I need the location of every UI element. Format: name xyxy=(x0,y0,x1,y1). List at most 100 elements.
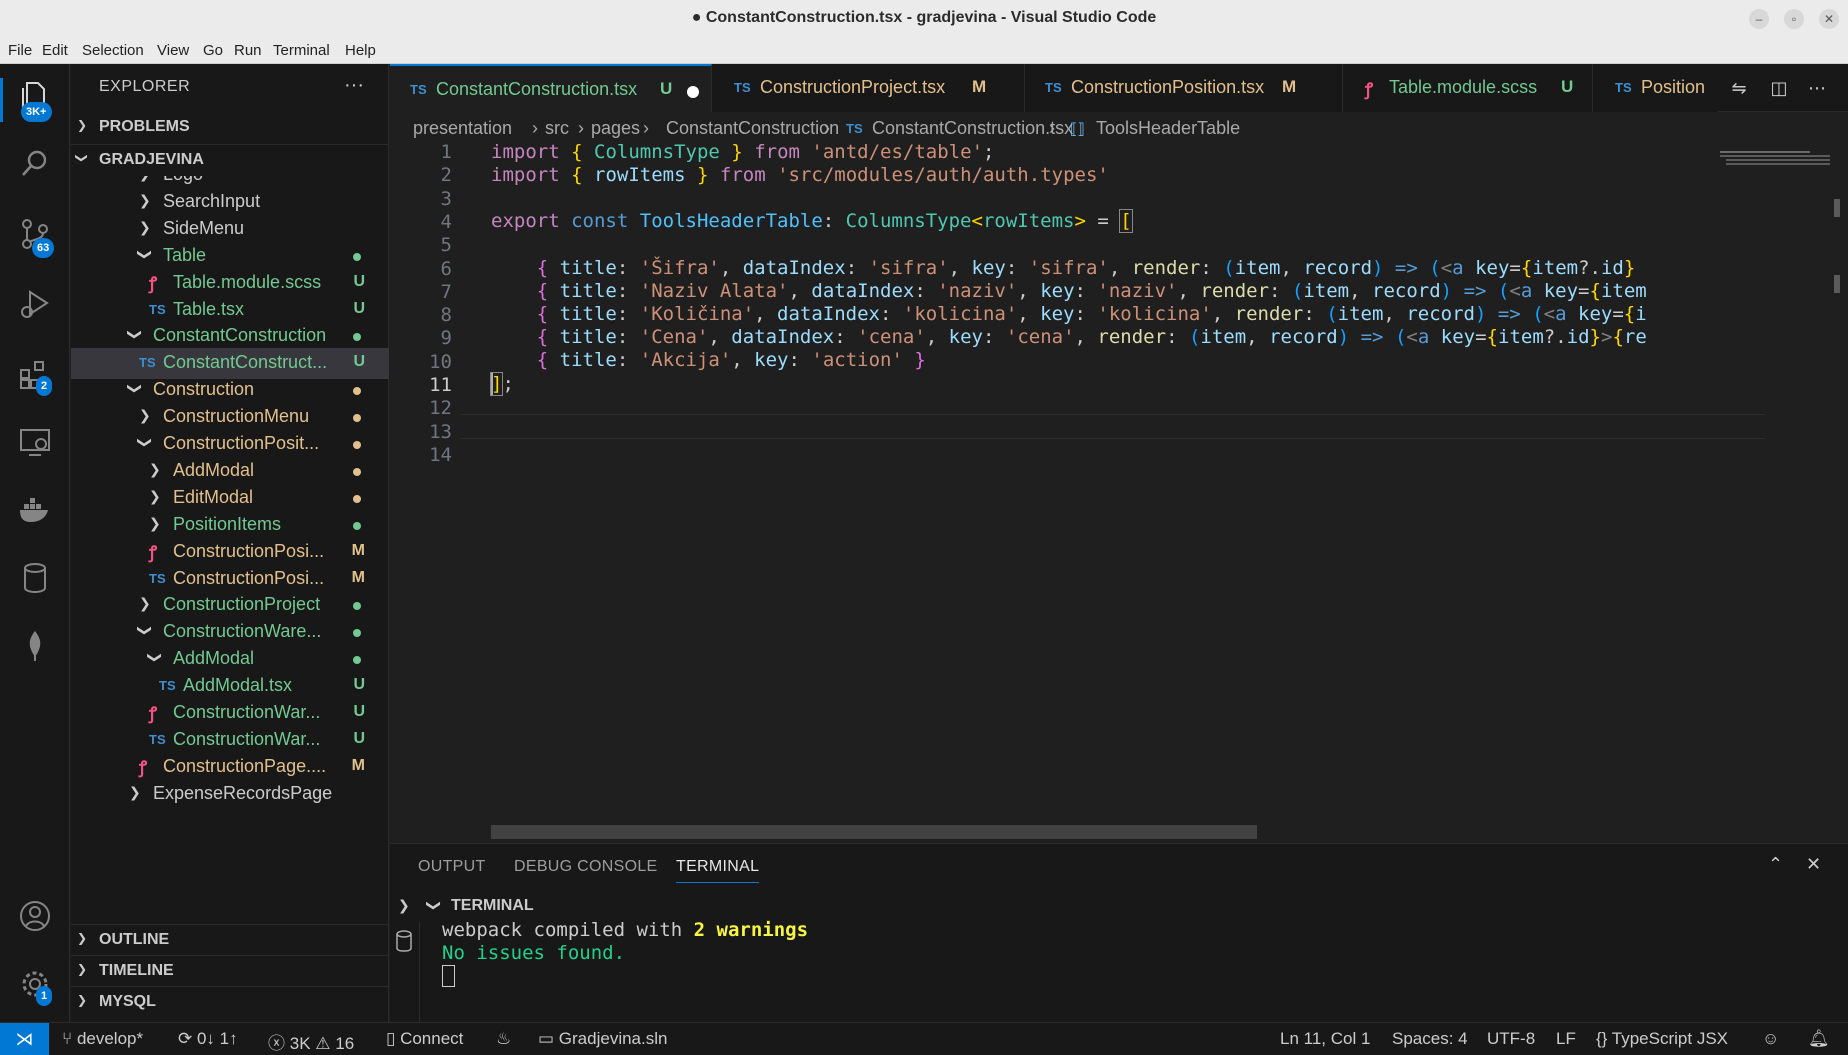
database-icon xyxy=(396,930,412,952)
menu-selection[interactable]: Selection xyxy=(82,42,144,59)
minimize-icon[interactable]: – xyxy=(1749,9,1769,29)
chevron-right-icon: ❯ xyxy=(77,962,88,976)
remote-indicator-icon[interactable]: ⋊ xyxy=(0,1023,49,1055)
flame-icon[interactable]: ♨ xyxy=(496,1029,511,1049)
chevron-right-icon: › xyxy=(578,118,584,138)
horizontal-scrollbar[interactable] xyxy=(491,825,1257,839)
typescript-file-icon: TS xyxy=(159,678,176,694)
tree-item-label: Table.module.scss xyxy=(173,271,322,292)
menu-file[interactable]: File xyxy=(8,42,32,59)
modified-dot-icon xyxy=(353,252,361,261)
breadcrumb-item[interactable]: ConstantConstruction.tsx xyxy=(872,118,1073,139)
outline-section[interactable]: ❯ OUTLINE xyxy=(71,924,389,954)
tree-item-label: SearchInput xyxy=(163,190,261,211)
encoding[interactable]: UTF-8 xyxy=(1487,1029,1535,1049)
tab-constructionproject[interactable]: TS ConstructionProject.tsx M xyxy=(712,64,1025,112)
breadcrumb-item[interactable]: pages xyxy=(591,118,640,139)
close-window-icon[interactable]: ✕ xyxy=(1819,9,1839,29)
explorer-badge: 3K+ xyxy=(21,102,52,122)
close-panel-icon[interactable]: ✕ xyxy=(1806,854,1821,875)
modified-dot-icon xyxy=(353,467,361,476)
solution-status[interactable]: ▭ Gradjevina.sln xyxy=(538,1029,667,1049)
minimap[interactable] xyxy=(1720,143,1840,173)
database-icon[interactable] xyxy=(17,560,53,596)
split-editor-icon[interactable]: ◫ xyxy=(1768,78,1790,100)
feedback-icon[interactable]: ☺ xyxy=(1762,1029,1779,1049)
tab-table-module-scss[interactable]: ꝭ Table.module.scss U xyxy=(1343,64,1593,112)
maximize-panel-icon[interactable]: ⌃ xyxy=(1768,854,1783,875)
chevron-down-icon[interactable]: ❯ xyxy=(425,900,442,912)
menu-terminal[interactable]: Terminal xyxy=(273,42,330,59)
scss-file-icon: ꝭ xyxy=(149,704,158,723)
tab-output[interactable]: OUTPUT xyxy=(418,858,486,876)
code-editor[interactable]: 1 2 3 4 5 6 7 8 9 10 11 12 13 14 import { ColumnsType… xyxy=(390,141,1848,843)
restore-icon[interactable]: ▫ xyxy=(1784,9,1804,29)
terminal-line: webpack compiled with 2 warnings xyxy=(442,919,809,941)
problems-status[interactable]: ⓧ 3K ⚠ 16 xyxy=(268,1029,354,1054)
tab-constructionposition[interactable]: TS ConstructionPosition.tsx M xyxy=(1025,64,1343,112)
menu-view[interactable]: View xyxy=(157,42,189,59)
menu-go[interactable]: Go xyxy=(203,42,223,59)
cursor-position[interactable]: Ln 11, Col 1 xyxy=(1280,1029,1370,1049)
remote-explorer-icon[interactable] xyxy=(17,424,53,460)
chevron-right-icon: ❯ xyxy=(149,514,161,531)
tab-status: M xyxy=(972,77,987,96)
modified-dot-icon xyxy=(353,494,361,503)
sync-icon: ⟳ xyxy=(178,1029,197,1048)
breadcrumb-item[interactable]: ConstantConstruction xyxy=(666,118,839,139)
more-actions-icon[interactable]: ⋯ xyxy=(1806,78,1828,100)
menu-edit[interactable]: Edit xyxy=(42,42,68,59)
chevron-right-icon[interactable]: ❯ xyxy=(398,897,410,914)
tree-item-label: ConstructionPosi... xyxy=(173,540,325,561)
mysql-section[interactable]: ❯ MYSQL xyxy=(71,986,389,1016)
timeline-section[interactable]: ❯ TIMELINE xyxy=(71,955,389,985)
notifications-bell-icon[interactable]: 🔔︎ xyxy=(1808,1029,1830,1049)
run-debug-icon[interactable] xyxy=(17,286,53,322)
tree-item-label: ConstantConstruction xyxy=(153,325,327,346)
outline-label: OUTLINE xyxy=(99,931,170,948)
chevron-right-icon: ❯ xyxy=(149,487,161,504)
workspace-root[interactable]: ❯ GRADJEVINA xyxy=(71,144,389,174)
file-tree: ❯Logo❯SearchInput❯SideMenu❯TableꝭTable.m… xyxy=(71,176,389,984)
branch-status[interactable]: ⑂ develop* xyxy=(62,1029,143,1049)
tree-item-label: ConstructionWar... xyxy=(173,702,321,722)
tree-folder[interactable]: ❯ ExpenseRecordsPage xyxy=(71,779,389,810)
breadcrumb-item[interactable]: src xyxy=(545,118,569,139)
tree-item-label: ConstructionPosit... xyxy=(163,433,320,453)
language-mode[interactable]: {} TypeScript JSX xyxy=(1596,1029,1728,1049)
unsaved-dot-icon[interactable] xyxy=(687,86,699,98)
end-of-line[interactable]: LF xyxy=(1556,1029,1576,1049)
breadcrumb-item[interactable]: ToolsHeaderTable xyxy=(1096,118,1240,139)
code-line: import { rowItems } from 'src/modules/au… xyxy=(491,164,1109,186)
problems-section[interactable]: ❯ PROBLEMS xyxy=(71,112,389,142)
tab-terminal[interactable]: TERMINAL xyxy=(676,858,760,883)
docker-icon[interactable] xyxy=(17,492,53,528)
tab-constantconstruction[interactable]: TS ConstantConstruction.tsx U xyxy=(390,64,712,112)
menu-help[interactable]: Help xyxy=(345,42,376,59)
warning-icon: ⚠ xyxy=(315,1034,336,1053)
indentation[interactable]: Spaces: 4 xyxy=(1392,1029,1468,1049)
chevron-right-icon: ❯ xyxy=(77,931,88,945)
explorer-more-icon[interactable]: ··· xyxy=(344,74,364,97)
terminal-header[interactable]: ❯ ❯ TERMINAL xyxy=(390,892,1848,922)
line-number: 8 xyxy=(440,304,452,327)
tree-item-label: ConstantConstruct... xyxy=(163,352,328,373)
mongodb-leaf-icon[interactable] xyxy=(17,628,53,664)
tab-status: U xyxy=(660,79,673,98)
tab-position[interactable]: TS Position xyxy=(1593,64,1718,112)
modified-dot-icon xyxy=(353,414,361,423)
chevron-right-icon: ❯ xyxy=(139,191,151,208)
tab-debug-console[interactable]: DEBUG CONSOLE xyxy=(514,858,658,876)
search-icon[interactable] xyxy=(17,146,53,182)
chevron-down-icon: ❯ xyxy=(127,329,144,341)
scroll-marker xyxy=(1834,275,1840,293)
terminal-cursor xyxy=(442,965,455,987)
sync-status[interactable]: ⟳ 0↓ 1↑ xyxy=(178,1029,238,1049)
menu-run[interactable]: Run xyxy=(234,42,262,59)
connect-status[interactable]: ▯ Connect xyxy=(386,1029,463,1049)
line-number: 14 xyxy=(429,443,452,466)
account-icon[interactable] xyxy=(17,898,53,934)
breadcrumb-item[interactable]: presentation xyxy=(413,118,512,139)
git-status-badge: M xyxy=(351,541,365,559)
compare-changes-icon[interactable]: ⇋ xyxy=(1728,78,1750,100)
